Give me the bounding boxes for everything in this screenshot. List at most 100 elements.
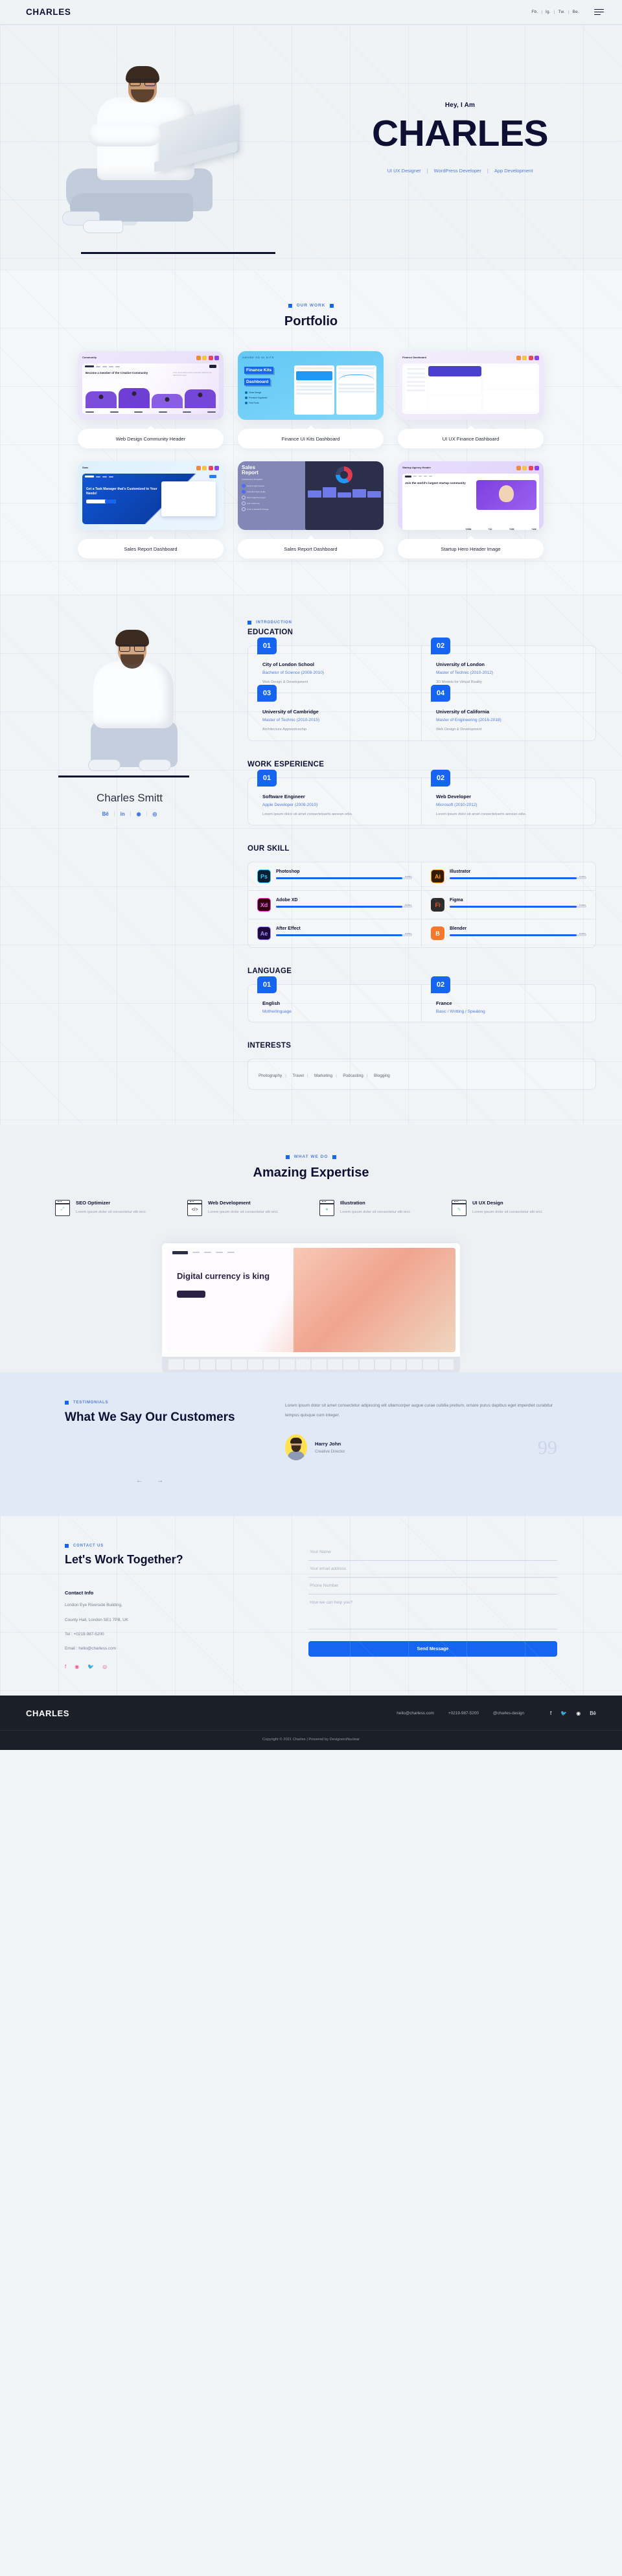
dribbble-icon[interactable]: ◉ (576, 1710, 581, 1716)
contact-section: CONTACT US Let's Work Together? Contact … (0, 1515, 622, 1696)
item-number: 03 (257, 685, 277, 702)
behance-icon[interactable]: Bē (102, 811, 109, 817)
glasses-icon (119, 645, 145, 652)
behance-icon[interactable]: Bē (590, 1710, 596, 1716)
portfolio-thumbnail[interactable]: ADOBE XD UI KITS Finance Kits Dashboard … (238, 351, 384, 420)
expertise-eyebrow: WHAT WE DO (0, 1155, 622, 1159)
donut-chart-icon (336, 466, 353, 483)
thumb-title: Startup Agency Header (402, 466, 432, 469)
arrow-right-icon[interactable]: → (157, 1477, 163, 1484)
mockup-cta-button[interactable] (177, 1291, 205, 1298)
header-social-instagram[interactable]: Ig. (546, 10, 551, 14)
hamburger-menu-icon[interactable] (594, 8, 604, 16)
shot-feature: Unlimited Style Guide (242, 490, 302, 494)
stat: +2094 (465, 528, 472, 530)
service-item[interactable]: </> Web Development Lorem ipsum dolor si… (187, 1200, 303, 1217)
portfolio-card[interactable]: Startup Agency Header Join the world's l… (398, 461, 544, 558)
service-item[interactable]: ✦ Illustration Lorem ipsum dolor sit con… (319, 1200, 435, 1217)
name-field[interactable] (308, 1544, 557, 1561)
twitter-icon[interactable]: 🐦 (560, 1710, 567, 1716)
shot-panel (161, 481, 216, 516)
dribbble-icon[interactable]: ◉ (137, 811, 141, 817)
square-icon (330, 303, 334, 308)
testimonials-title: What We Say Our Customers (65, 1410, 235, 1425)
skill-item: Ps Photoshop 93% (248, 862, 422, 891)
company: Apple Developer (2008-2010) (262, 802, 318, 807)
facebook-icon[interactable]: f (65, 1664, 66, 1670)
item-number: 04 (431, 685, 450, 702)
footer-copyright: Copyright © 2021 Charles | Powered by De… (0, 1729, 622, 1750)
header-social-facebook[interactable]: Fb. (531, 10, 538, 14)
testimonial-author: Harry John (315, 1441, 341, 1447)
illustration-icon: ✦ (319, 1200, 334, 1217)
portfolio-card[interactable]: Sales Report Dashboard template Dark & L… (238, 461, 384, 558)
facebook-icon[interactable]: f (550, 1710, 551, 1716)
site-logo[interactable]: CHARLES (26, 7, 71, 17)
language-level: Motherlinguage (262, 1009, 292, 1015)
site-footer: CHARLES hello@charless.com +0219-987-520… (0, 1695, 622, 1750)
hero-role-0[interactable]: UI UX Designer (387, 168, 421, 174)
hero-role-1[interactable]: WordPress Developer (434, 168, 481, 174)
send-message-button[interactable]: Send Message (308, 1641, 557, 1657)
contact-social-links: f ◉ 🐦 ◎ (65, 1664, 279, 1670)
work-item: 01 Software Engineer Apple Developer (20… (248, 769, 422, 825)
hero-roles: UI UX Designer | WordPress Developer | A… (387, 168, 533, 174)
photoshop-icon: Ps (257, 869, 271, 884)
interests-list: Photography | Travel | Marketing | Podcasti… (248, 1059, 596, 1090)
skill-title: OUR SKILL (248, 845, 290, 853)
twitter-icon[interactable]: 🐦 (87, 1664, 94, 1670)
portfolio-card[interactable]: Community Become a member of the Creativ… (78, 351, 224, 448)
portfolio-card[interactable]: Saas Get a Task Manager that's Customize… (78, 461, 224, 558)
contact-eyebrow-label: CONTACT US (73, 1544, 104, 1548)
portfolio-title: Portfolio (284, 314, 338, 328)
item-number: 02 (431, 638, 450, 654)
contact-eyebrow: CONTACT US (65, 1544, 279, 1548)
portfolio-thumbnail[interactable]: Startup Agency Header Join the world's l… (398, 461, 544, 530)
header-social-twitter[interactable]: Tw. (559, 10, 565, 14)
portfolio-thumbnail[interactable]: Saas Get a Task Manager that's Customize… (78, 461, 224, 530)
quote-mark-icon: 99 (538, 1437, 557, 1459)
language-item: 02 France Basic / Writting / Speaking (422, 976, 595, 1022)
kit-preview-panels (294, 365, 376, 415)
service-item[interactable]: ⤢ SEO Optimizer Lorem ipsum dolor sit co… (55, 1200, 170, 1217)
footer-logo[interactable]: CHARLES (26, 1708, 69, 1718)
work-item: 02 Web Developer Microsoft (2010-2012) L… (422, 769, 595, 825)
hero-role-2[interactable]: App Development (494, 168, 533, 174)
service-item[interactable]: ✎ UI UX Design Lorem ipsum dolor sit con… (452, 1200, 567, 1217)
hero-section: Hey, I Am CHARLES UI UX Designer | WordP… (0, 25, 622, 270)
figma-badge-icon (196, 356, 201, 360)
skill-item: Ae After Effect 93% (248, 919, 422, 948)
item-number: 01 (257, 976, 277, 994)
school-name: University of California (436, 709, 490, 715)
square-icon (285, 1155, 290, 1159)
school-name: University of London (436, 661, 485, 667)
portfolio-section: OUR WORK Portfolio Community Become a me… (0, 270, 622, 595)
avatar (285, 1434, 307, 1461)
portfolio-thumbnail[interactable]: Sales Report Dashboard template Dark & L… (238, 461, 384, 530)
separator: | (553, 10, 555, 14)
service-desc: Lorem ipsum dolor sit consectetur elit o… (76, 1210, 146, 1215)
linkedin-icon[interactable]: in (121, 811, 125, 817)
portfolio-thumbnail[interactable]: Community Become a member of the Creativ… (78, 351, 224, 420)
role: Software Engineer (262, 793, 305, 799)
header-social-behance[interactable]: Be. (573, 10, 579, 14)
separator: | (568, 10, 570, 14)
dribbble-icon[interactable]: ◉ (75, 1664, 79, 1670)
portfolio-card[interactable]: Finance Dashboard UI UX Finance Dashboar (398, 351, 544, 448)
about-section: Charles Smitt Bē | in | ◉ | ◎ INTRODUCTI… (0, 595, 622, 1125)
portfolio-card[interactable]: ADOBE XD UI KITS Finance Kits Dashboard … (238, 351, 384, 448)
instagram-icon[interactable]: ◎ (102, 1664, 107, 1670)
portfolio-thumbnail[interactable]: Finance Dashboard (398, 351, 544, 420)
message-field[interactable] (308, 1594, 557, 1630)
monitor-mockup: Digital currency is king (162, 1243, 460, 1373)
square-icon (288, 303, 292, 308)
email-field[interactable] (308, 1561, 557, 1578)
shot-button[interactable] (86, 499, 116, 503)
arrow-left-icon[interactable]: ← (136, 1477, 143, 1484)
phone-field[interactable] (308, 1578, 557, 1595)
language-list: 01 English Motherlinguage 02 France Basi… (248, 976, 596, 1023)
contact-tel: Tel : +0219-987-5200 (65, 1631, 104, 1637)
bar-chart-icon (307, 486, 382, 498)
square-icon (65, 1544, 69, 1548)
instagram-icon[interactable]: ◎ (152, 811, 157, 817)
